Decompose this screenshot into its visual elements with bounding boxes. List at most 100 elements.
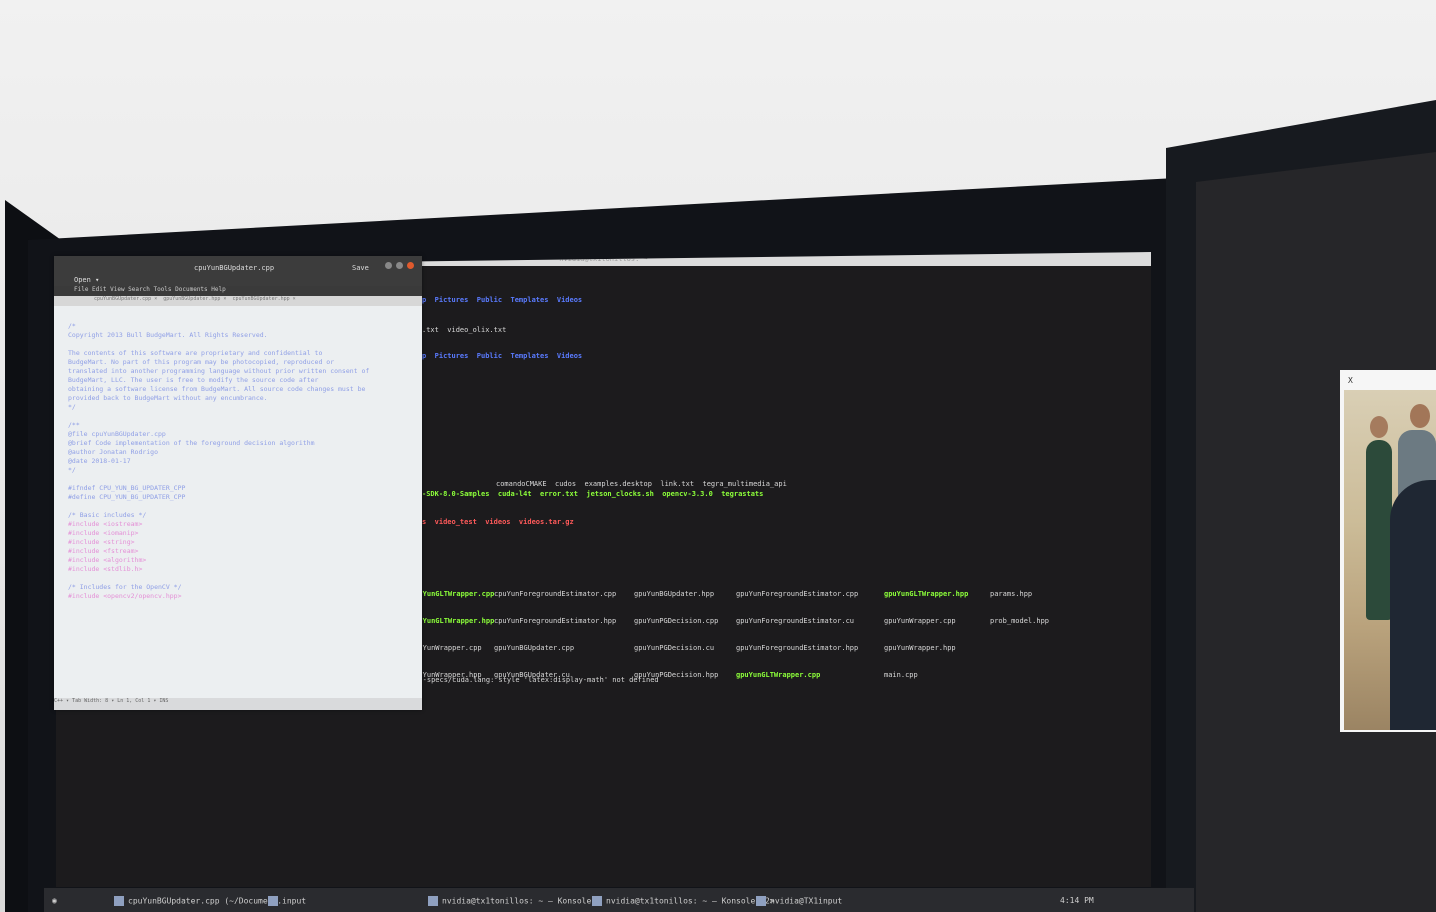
code-line: #include <iomanip> — [68, 529, 139, 537]
file-column-6: params.hpp prob_model.hpp — [990, 572, 1049, 644]
code-line: */ — [68, 466, 76, 474]
taskbar-item-label: nvidia@tx1tonillos: ~ — Konsole <2> — [606, 896, 775, 906]
minimize-icon[interactable] — [385, 262, 392, 269]
file-entry: gpuYunForegroundEstimator.hpp — [736, 644, 859, 652]
code-line: obtaining a software license from BudgeM… — [68, 385, 366, 393]
terminal-line: p Pictures Public Templates Videos — [422, 352, 583, 360]
tab-cpu-bg-updater-hpp[interactable]: cpuYunBGUpdater.hpp × — [232, 296, 295, 306]
taskbar-item[interactable]: nvidia@TX1input — [756, 896, 842, 906]
terminal-line: comandoCMAKE cudos examples.desktop link… — [496, 480, 787, 488]
file-entry: cpuYunForegroundEstimator.cpp — [494, 590, 617, 598]
file-entry: gpuYunBGUpdater.cpp — [494, 644, 575, 652]
file-entry: cpuYunForegroundEstimator.hpp — [494, 617, 617, 625]
code-line: #include <stdlib.h> — [68, 565, 143, 573]
terminal-icon — [428, 896, 438, 906]
close-icon[interactable]: X — [1348, 376, 1353, 385]
taskbar-item-label: input — [282, 896, 307, 906]
taskbar-item[interactable]: nvidia@tx1tonillos: ~ — Konsole <2> — [592, 896, 775, 906]
file-entry: gpuYunBGUpdater.hpp — [634, 590, 715, 598]
file-entry: gpuYunGLTWrapper.cpp — [410, 590, 495, 598]
file-entry: main.cpp — [884, 671, 918, 679]
code-line: /* — [68, 322, 76, 330]
code-line: */ — [68, 403, 76, 411]
code-line: #include <opencv2/opencv.hpp> — [68, 592, 182, 600]
code-line: @author Jonatan Rodrigo — [68, 448, 159, 456]
file-entry: gpuYunWrapper.cpp — [410, 644, 482, 652]
code-line: BudgeMart. No part of this program may b… — [68, 358, 335, 366]
file-entry: gpuYunForegroundEstimator.cu — [736, 617, 855, 625]
file-entry: gpuYunGLTWrapper.hpp — [884, 590, 969, 598]
clock[interactable]: 4:14 PM — [1060, 896, 1094, 905]
code-line: provided back to BudgeMart without any e… — [68, 394, 268, 402]
code-line: #include <fstream> — [68, 547, 139, 555]
person-head — [1370, 416, 1388, 438]
terminal-line: s video_test videos videos.tar.gz — [422, 518, 574, 526]
code-line: translated into another programming lang… — [68, 367, 370, 375]
file-entry: gpuYunWrapper.hpp — [884, 644, 956, 652]
save-button[interactable]: Save — [352, 264, 369, 272]
terminal-line: -SDK-8.0-Samples cuda-l4t error.txt jets… — [422, 490, 764, 498]
window-controls — [385, 262, 414, 269]
file-entry: gpuYunForegroundEstimator.cpp — [736, 590, 859, 598]
taskbar: ◉ cpuYunBGUpdater.cpp (~/Docume... input… — [44, 888, 1194, 912]
terminal-icon — [268, 896, 278, 906]
file-column-5: gpuYunGLTWrapper.hpp gpuYunWrapper.cpp g… — [884, 572, 968, 698]
text-editor-window[interactable]: Open ▾ cpuYunBGUpdater.cpp Save File Edi… — [54, 256, 422, 710]
editor-header: Open ▾ cpuYunBGUpdater.cpp Save — [54, 256, 422, 286]
taskbar-item-label: cpuYunBGUpdater.cpp (~/Docume... — [128, 896, 283, 906]
code-line: /** — [68, 421, 80, 429]
editor-statusbar: C++ ▾ Tab Width: 8 ▾ Ln 1, Col 1 ▾ INS — [54, 698, 422, 710]
file-entry: gpuYunGLTWrapper.hpp — [410, 617, 495, 625]
person-figure — [1366, 440, 1392, 620]
code-line: #ifndef CPU_YUN_BG_UPDATER_CPP — [68, 484, 186, 492]
maximize-icon[interactable] — [396, 262, 403, 269]
file-entry: gpuYunWrapper.cpp — [884, 617, 956, 625]
editor-title: cpuYunBGUpdater.cpp — [194, 264, 275, 272]
terminal-line: .txt video_olix.txt — [422, 326, 507, 334]
code-line: /* Basic includes */ — [68, 511, 147, 519]
foreground-person — [1390, 480, 1436, 730]
code-line: The contents of this software are propri… — [68, 349, 323, 357]
open-button[interactable]: Open ▾ — [74, 276, 99, 284]
code-line: @date 2018-01-17 — [68, 457, 131, 465]
tab-gpu-bg-updater-hpp[interactable]: gpuYunBGUpdater.hpp × — [163, 296, 226, 306]
editor-menubar[interactable]: File Edit View Search Tools Documents He… — [54, 286, 422, 296]
document-icon — [114, 896, 124, 906]
code-line: /* Includes for the OpenCV */ — [68, 583, 182, 591]
editor-code-area[interactable]: /* Copyright 2013 Bull BudgeMart. All Ri… — [68, 322, 408, 601]
file-entry: gpuYunPGDecision.cu — [634, 644, 715, 652]
terminal-icon — [592, 896, 602, 906]
tab-cpu-bg-updater-cpp[interactable]: cpuYunBGUpdater.cpp × — [94, 296, 157, 306]
video-window[interactable]: X — [1340, 370, 1436, 732]
code-line: #include <string> — [68, 538, 135, 546]
person-head — [1410, 404, 1430, 428]
code-line: BudgeMart, LLC. The user is free to modi… — [68, 376, 319, 384]
terminal-line: p Pictures Public Templates Videos — [422, 296, 583, 304]
file-column-4: gpuYunForegroundEstimator.cpp gpuYunFore… — [736, 572, 858, 698]
taskbar-item-label: nvidia@TX1input — [770, 896, 843, 906]
terminal-line: apt-specs/cuda.lang: style 'latex:displa… — [410, 676, 659, 684]
window-icon — [756, 896, 766, 906]
taskbar-item[interactable]: nvidia@tx1tonillos: ~ — Konsole — [428, 896, 591, 906]
code-line: #include <algorithm> — [68, 556, 147, 564]
close-icon[interactable] — [407, 262, 414, 269]
code-line: #include <iostream> — [68, 520, 143, 528]
taskbar-item[interactable]: input — [268, 896, 306, 906]
code-line: Copyright 2013 Bull BudgeMart. All Right… — [68, 331, 268, 339]
code-line: #define CPU_YUN_BG_UPDATER_CPP — [68, 493, 186, 501]
code-line: @file cpuYunBGUpdater.cpp — [68, 430, 166, 438]
taskbar-item[interactable]: cpuYunBGUpdater.cpp (~/Docume... — [114, 896, 282, 906]
file-entry: prob_model.hpp — [990, 617, 1050, 625]
taskbar-item-label: nvidia@tx1tonillos: ~ — Konsole — [442, 896, 592, 906]
file-entry: gpuYunGLTWrapper.cpp — [736, 671, 821, 679]
file-entry: gpuYunPGDecision.cpp — [634, 617, 719, 625]
file-entry: params.hpp — [990, 590, 1033, 598]
code-line: @brief Code implementation of the foregr… — [68, 439, 315, 447]
chrome-icon[interactable]: ◉ — [52, 896, 57, 905]
editor-tabs: cpuYunBGUpdater.cpp × gpuYunBGUpdater.hp… — [54, 296, 422, 306]
